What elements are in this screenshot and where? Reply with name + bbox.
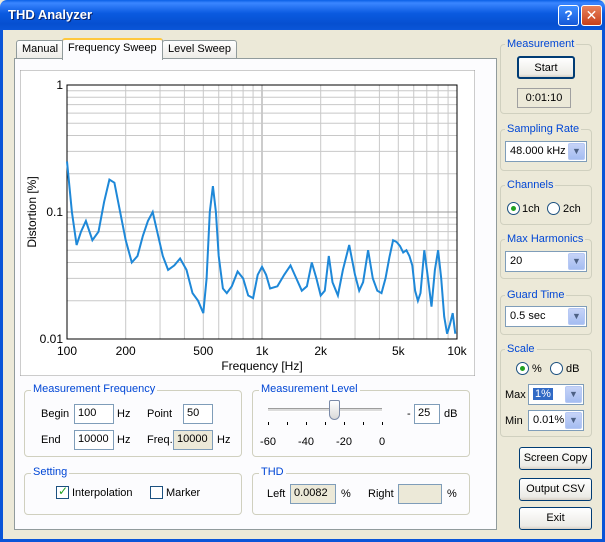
y-tick-label: 0.01 bbox=[40, 332, 64, 346]
slider-tick bbox=[325, 422, 326, 425]
scale-db-radio[interactable] bbox=[550, 362, 563, 375]
elapsed-time: 0:01:10 bbox=[517, 88, 571, 108]
channels-label: Channels bbox=[505, 179, 556, 191]
end-label: End bbox=[41, 434, 61, 446]
level-unit: dB bbox=[444, 408, 458, 420]
begin-label: Begin bbox=[41, 408, 70, 420]
slider-tick bbox=[344, 422, 345, 425]
setting-label: Setting bbox=[31, 466, 70, 478]
thd-right-unit: % bbox=[447, 488, 457, 500]
scale-label: Scale bbox=[505, 343, 537, 355]
slider-tick bbox=[268, 422, 269, 425]
scale-max-select[interactable]: 1% ▼ bbox=[528, 384, 584, 405]
x-axis-label: Frequency [Hz] bbox=[221, 359, 302, 373]
slider-tick bbox=[382, 422, 383, 425]
interpolation-checkbox[interactable] bbox=[56, 484, 69, 499]
freq-unit: Hz bbox=[217, 434, 231, 446]
level-slider-track[interactable] bbox=[268, 408, 382, 412]
max-harmonics-select[interactable]: 20 ▼ bbox=[505, 251, 587, 272]
chevron-down-icon[interactable]: ▼ bbox=[568, 143, 585, 160]
thd-right-field bbox=[398, 484, 442, 504]
x-tick-label: 500 bbox=[193, 344, 213, 358]
measurement-frequency-label: Measurement Frequency bbox=[31, 383, 158, 395]
slider-tick bbox=[363, 422, 364, 425]
chevron-down-icon[interactable]: ▼ bbox=[565, 412, 582, 429]
scale-min-select[interactable]: 0.01% ▼ bbox=[528, 410, 584, 431]
scale-min-value: 0.01% bbox=[533, 414, 565, 426]
y-tick-label: 0.1 bbox=[46, 205, 63, 219]
window-title: THD Analyzer bbox=[8, 7, 93, 22]
point-field[interactable]: 50 bbox=[183, 404, 213, 424]
tab-level-sweep[interactable]: Level Sweep bbox=[162, 40, 237, 59]
thd-right-label: Right bbox=[368, 488, 394, 500]
measurement-level-label: Measurement Level bbox=[259, 383, 360, 395]
begin-field[interactable]: 100 bbox=[74, 404, 114, 424]
scale-percent-radio[interactable] bbox=[516, 362, 529, 375]
tab-frequency-sweep[interactable]: Frequency Sweep bbox=[62, 38, 163, 60]
scale-percent-label: % bbox=[532, 363, 542, 375]
begin-unit: Hz bbox=[117, 408, 131, 420]
close-icon[interactable]: ✕ bbox=[581, 5, 602, 26]
sampling-rate-select[interactable]: 48.000 kHz ▼ bbox=[505, 141, 587, 162]
slider-tick bbox=[306, 422, 307, 425]
max-harmonics-value: 20 bbox=[510, 255, 523, 267]
screen-copy-button[interactable]: Screen Copy bbox=[519, 447, 592, 470]
channel-2ch-radio[interactable] bbox=[547, 202, 560, 215]
channel-1ch-label: 1ch bbox=[522, 203, 540, 215]
x-tick-label: 200 bbox=[116, 344, 136, 358]
slider-tick bbox=[287, 422, 288, 425]
end-field[interactable]: 10000 bbox=[74, 430, 114, 450]
exit-button[interactable]: Exit bbox=[519, 507, 592, 530]
x-tick-label: 1k bbox=[256, 344, 270, 358]
channel-2ch-label: 2ch bbox=[563, 203, 581, 215]
start-button[interactable]: Start bbox=[517, 56, 575, 79]
level-slider-thumb[interactable] bbox=[329, 400, 340, 420]
distortion-chart: 100 200 500 1k 2k 5k 10k 1 0.1 0.01 Frequency [H… bbox=[20, 70, 475, 376]
marker-checkbox[interactable] bbox=[150, 486, 163, 499]
scale-db-label: dB bbox=[566, 363, 580, 375]
guard-time-label: Guard Time bbox=[505, 289, 567, 301]
scale-max-value: 1% bbox=[533, 388, 553, 400]
guard-time-select[interactable]: 0.5 sec ▼ bbox=[505, 306, 587, 327]
freq-field: 10000 bbox=[173, 430, 213, 450]
thd-left-label: Left bbox=[267, 488, 286, 500]
slider-tick-label: -40 bbox=[298, 436, 314, 448]
marker-label: Marker bbox=[166, 487, 201, 499]
level-sign: - bbox=[407, 408, 411, 420]
y-axis-label: Distortion [%] bbox=[25, 176, 39, 247]
end-unit: Hz bbox=[117, 434, 131, 446]
sampling-rate-label: Sampling Rate bbox=[505, 123, 582, 135]
level-field[interactable]: 25 bbox=[414, 404, 440, 424]
slider-tick-label: -60 bbox=[260, 436, 276, 448]
thd-left-field: 0.0082 bbox=[290, 484, 336, 504]
help-icon[interactable]: ? bbox=[558, 5, 579, 26]
chevron-down-icon[interactable]: ▼ bbox=[568, 308, 585, 325]
slider-tick-label: 0 bbox=[378, 436, 386, 448]
point-label: Point bbox=[147, 408, 173, 420]
interpolation-label: Interpolation bbox=[72, 487, 133, 499]
scale-min-label: Min bbox=[505, 415, 523, 427]
guard-time-value: 0.5 sec bbox=[510, 310, 546, 322]
y-tick-label: 1 bbox=[56, 78, 63, 92]
chevron-down-icon[interactable]: ▼ bbox=[568, 253, 585, 270]
sampling-rate-value: 48.000 kHz bbox=[510, 145, 566, 157]
x-tick-label: 10k bbox=[447, 344, 467, 358]
max-harmonics-label: Max Harmonics bbox=[505, 233, 586, 245]
x-tick-label: 2k bbox=[314, 344, 328, 358]
x-tick-label: 5k bbox=[392, 344, 406, 358]
channel-1ch-radio[interactable] bbox=[507, 202, 520, 215]
scale-max-label: Max bbox=[505, 389, 526, 401]
freq-label: Freq. bbox=[147, 434, 173, 446]
measurement-label: Measurement bbox=[505, 38, 577, 50]
x-tick-label: 100 bbox=[57, 344, 77, 358]
title-bar[interactable]: THD Analyzer ? ✕ bbox=[0, 0, 605, 30]
slider-tick-label: -20 bbox=[336, 436, 352, 448]
thd-left-unit: % bbox=[341, 488, 351, 500]
tab-manual[interactable]: Manual bbox=[16, 40, 65, 59]
output-csv-button[interactable]: Output CSV bbox=[519, 478, 592, 501]
thd-label: THD bbox=[259, 466, 286, 478]
chevron-down-icon[interactable]: ▼ bbox=[565, 386, 582, 403]
